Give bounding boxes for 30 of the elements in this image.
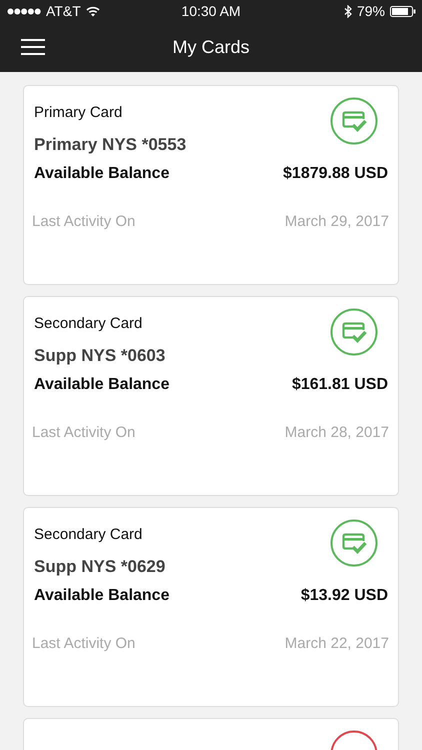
balance-label: Available Balance — [34, 376, 170, 394]
carrier-name: AT&T — [46, 3, 81, 19]
balance-amount: $1879.88 USD — [283, 165, 388, 183]
wifi-icon — [86, 6, 100, 16]
battery-percent: 79% — [356, 3, 385, 19]
menu-icon[interactable] — [21, 39, 45, 55]
balance-amount: $161.81 USD — [292, 376, 388, 394]
activity-date: March 29, 2017 — [284, 213, 389, 230]
activity-date: March 22, 2017 — [284, 635, 389, 652]
battery-icon — [390, 6, 416, 16]
card-type: Secondary Card — [34, 315, 144, 332]
activity-date: March 28, 2017 — [284, 424, 389, 441]
balance-label: Available Balance — [34, 165, 170, 183]
activity-label: Last Activity On — [32, 635, 136, 652]
card-type: Primary Card — [34, 104, 124, 121]
card-name: Supp NYS *0603 — [34, 346, 166, 366]
status-time: 10:30 AM — [181, 3, 241, 19]
card-name: Supp NYS *0629 — [34, 557, 166, 577]
card-type: Secondary Card — [34, 526, 144, 543]
activity-label: Last Activity On — [32, 213, 136, 230]
bluetooth-icon — [344, 4, 352, 18]
card-panel[interactable]: Secondary Card Supp NYS *0603 Available Balance $161.81 USD Last Activity On March 28, 2017 — [23, 296, 399, 496]
balance-label: Available Balance — [34, 587, 170, 605]
activity-label: Last Activity On — [32, 424, 136, 441]
card-panel[interactable]: Secondary Card Supp NYS *0629 Available Balance $13.92 USD Last Activity On March 22, 2017 — [23, 507, 399, 707]
screen-title: My Cards — [172, 36, 250, 58]
signal-icon — [7, 8, 41, 14]
balance-amount: $13.92 USD — [300, 587, 388, 605]
card-panel[interactable]: Primary Card Primary NYS *0553 Available Balance $1879.88 USD Last Activity On March 29, 2017 — [23, 85, 399, 285]
card-name: Primary NYS *0553 — [34, 135, 186, 155]
